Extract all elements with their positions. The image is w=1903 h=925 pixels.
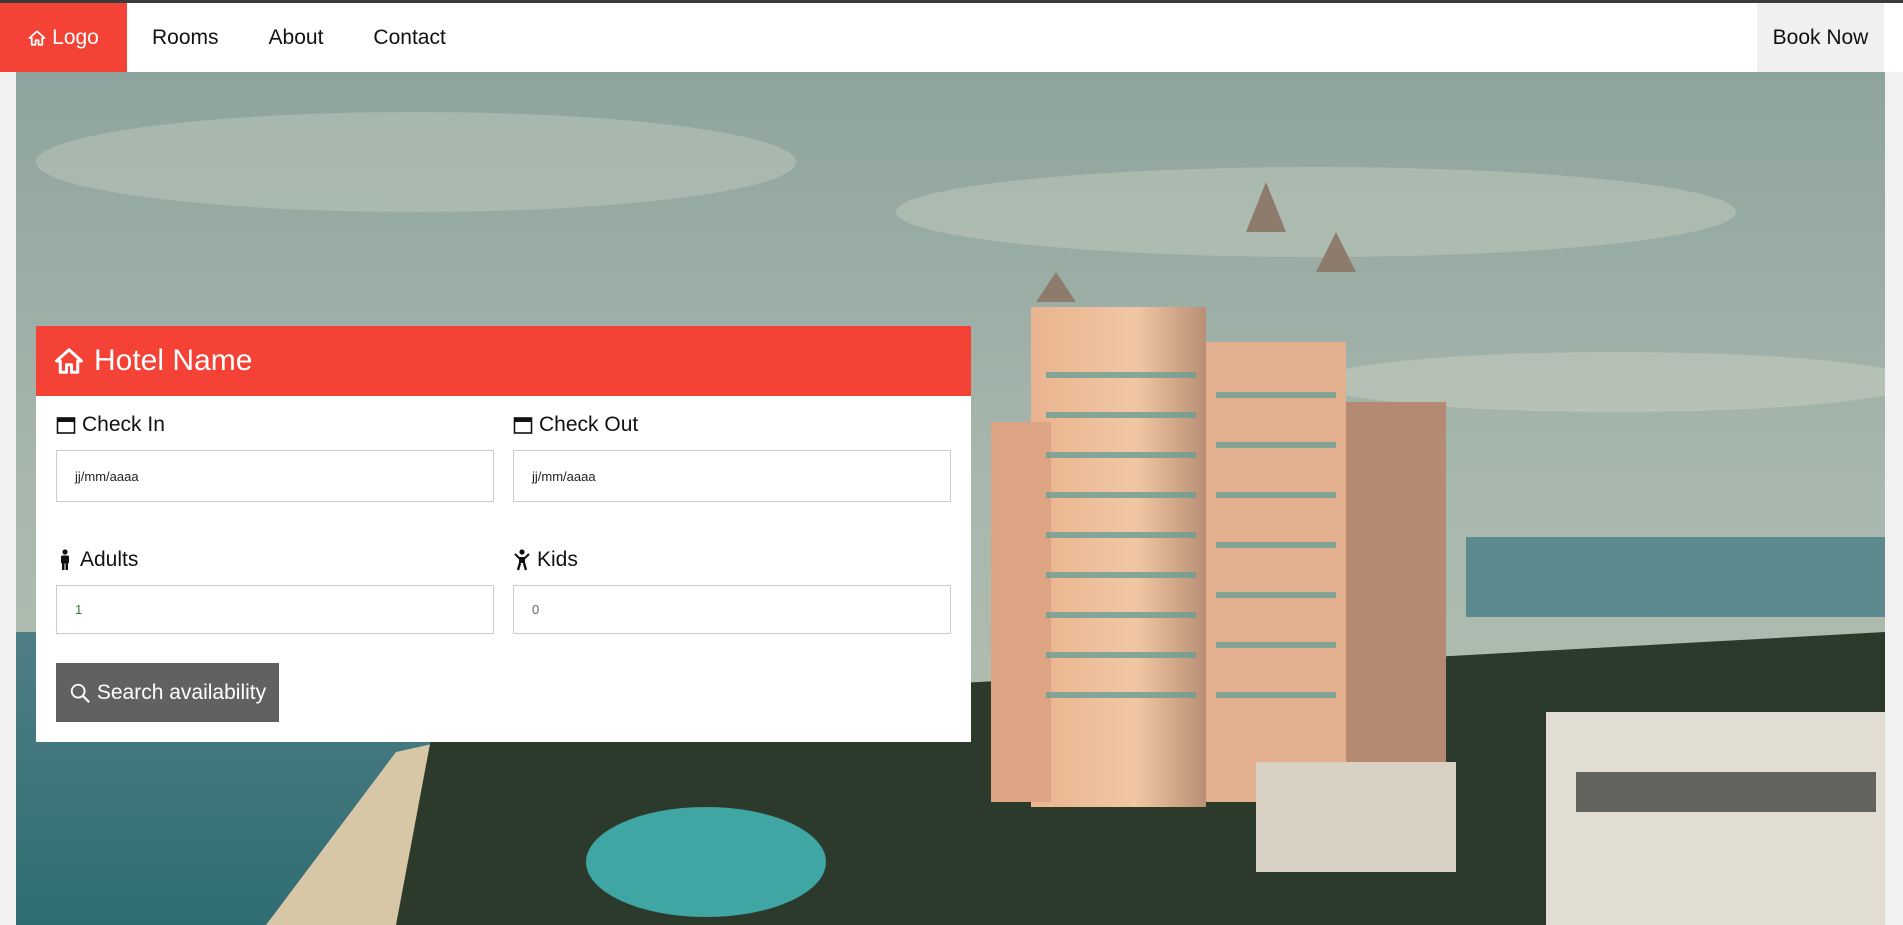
nav-logo-label: Logo	[52, 25, 99, 49]
adults-label: Adults	[80, 548, 139, 571]
calendar-icon	[513, 417, 533, 434]
search-icon	[70, 683, 90, 703]
check-out-input[interactable]: jj/mm/aaaa	[513, 450, 951, 502]
nav-item-rooms[interactable]: Rooms	[127, 3, 244, 72]
booking-panel-header: Hotel Name	[36, 326, 971, 396]
home-icon	[28, 29, 46, 46]
top-navbar: Logo Rooms About Contact Book Now	[0, 3, 1903, 72]
calendar-icon	[56, 417, 76, 434]
check-out-label: Check Out	[539, 413, 639, 436]
kids-input[interactable]: 0	[513, 585, 951, 634]
check-out-field: Check Out jj/mm/aaaa	[513, 410, 951, 502]
hotel-name-title: Hotel Name	[94, 344, 253, 377]
nav-item-contact[interactable]: Contact	[348, 3, 470, 72]
check-in-input[interactable]: jj/mm/aaaa	[56, 450, 494, 502]
book-now-button[interactable]: Book Now	[1757, 3, 1884, 72]
adults-input[interactable]: 1	[56, 585, 494, 634]
search-availability-button[interactable]: Search availability	[56, 663, 279, 722]
check-out-label-row: Check Out	[513, 410, 951, 440]
nav-item-about[interactable]: About	[244, 3, 349, 72]
adults-label-row: Adults	[56, 545, 494, 575]
check-in-field: Check In jj/mm/aaaa	[56, 410, 494, 502]
adults-field: Adults 1	[56, 545, 494, 634]
home-icon	[55, 348, 83, 374]
check-in-label: Check In	[82, 413, 165, 436]
search-availability-label: Search availability	[96, 680, 267, 704]
kids-field: Kids 0	[513, 545, 951, 634]
kids-label: Kids	[537, 548, 578, 571]
male-icon	[61, 549, 69, 570]
booking-panel: Hotel Name Check In jj/mm/aaaa Check Out…	[36, 326, 971, 742]
child-icon	[514, 549, 530, 571]
check-in-label-row: Check In	[56, 410, 494, 440]
nav-logo-link[interactable]: Logo	[0, 3, 127, 72]
kids-label-row: Kids	[513, 545, 951, 575]
